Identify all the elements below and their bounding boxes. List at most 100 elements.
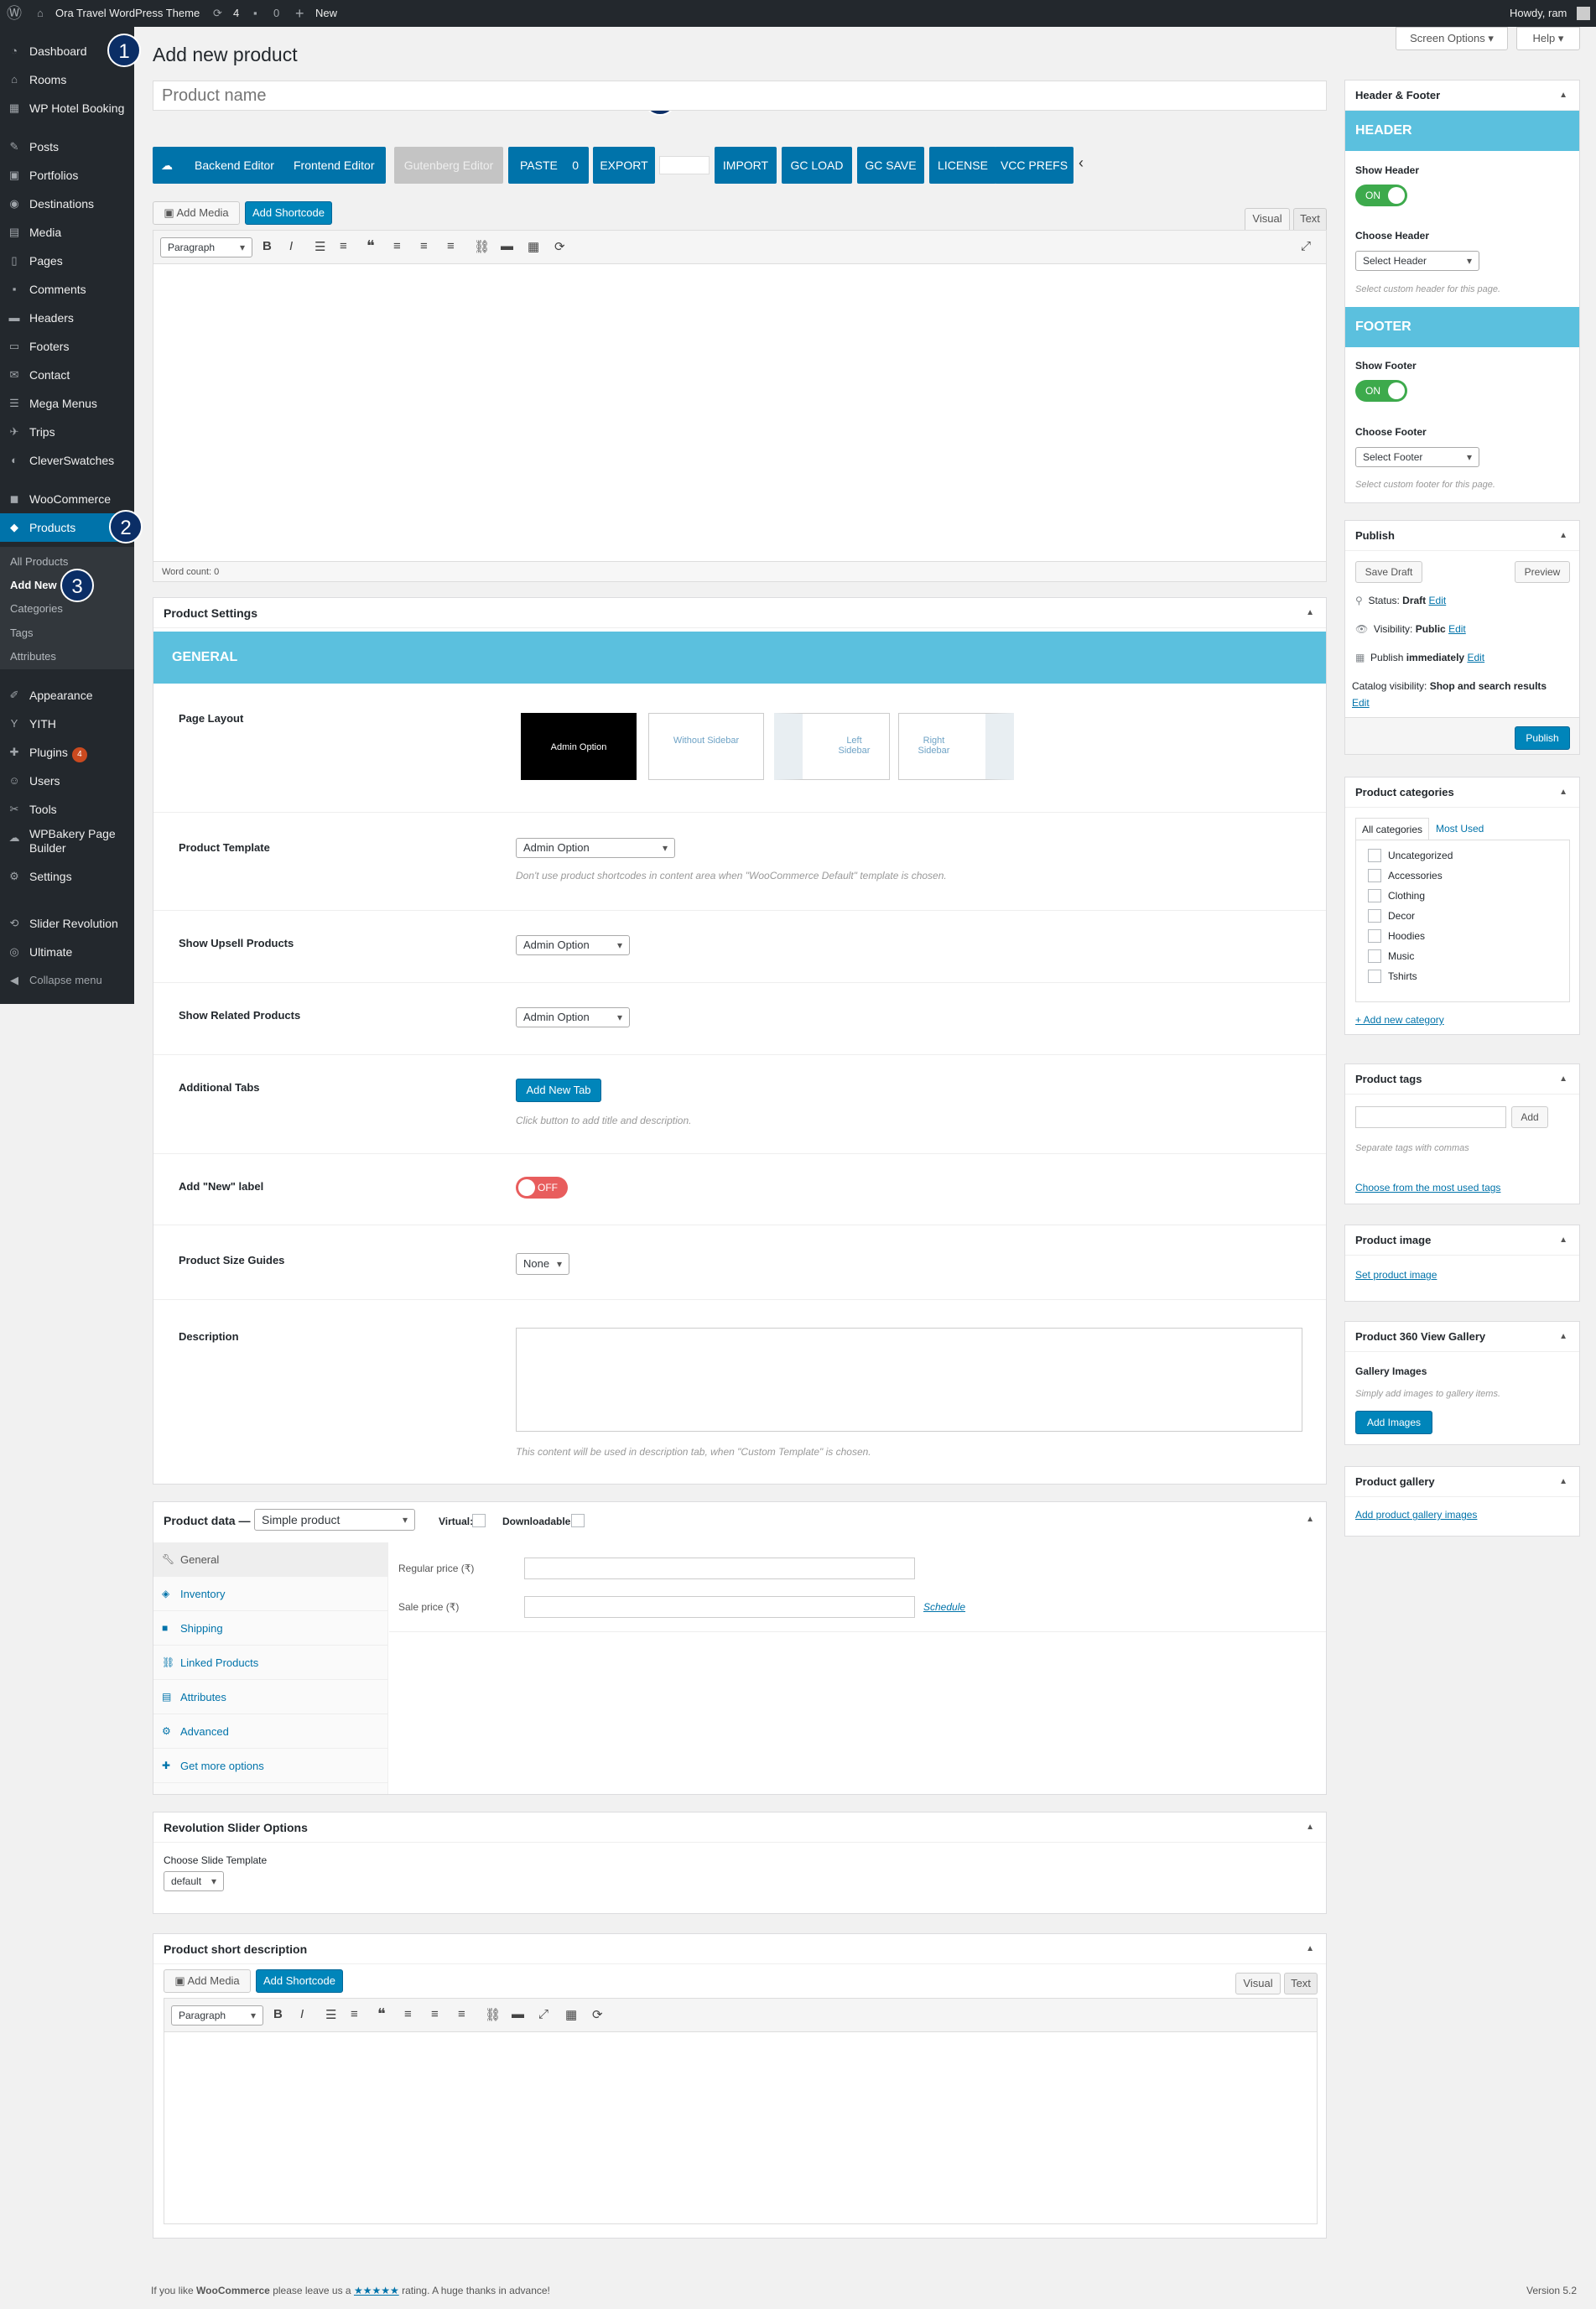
publish-date-edit-link[interactable]: Edit — [1467, 652, 1484, 663]
submenu-attributes[interactable]: Attributes — [10, 650, 56, 663]
sidebar-item-slider-revolution[interactable]: ⟲ Slider Revolution — [0, 909, 134, 938]
sidebar-item-woocommerce[interactable]: ◼ WooCommerce — [0, 485, 134, 513]
sidebar-item-mega-menus[interactable]: ☰ Mega Menus — [0, 389, 134, 418]
import-file-field[interactable] — [659, 156, 710, 174]
bullet-list-icon[interactable]: ☰ — [325, 2007, 336, 2022]
tab-linked-products[interactable]: ⛓ Linked Products — [153, 1646, 388, 1680]
tab-attributes[interactable]: ▤ Attributes — [153, 1680, 388, 1714]
short-tab-visual[interactable]: Visual — [1235, 1973, 1281, 1994]
sidebar-item-media[interactable]: ▤ Media — [0, 218, 134, 247]
bullet-list-icon[interactable]: ☰ — [315, 239, 325, 254]
align-right-icon[interactable]: ≡ — [458, 2007, 465, 2021]
short-format-select[interactable]: Paragraph — [171, 2005, 263, 2026]
revolution-slider-title[interactable]: Revolution Slider Options ▲ — [153, 1812, 1326, 1843]
category-checkbox[interactable] — [1368, 889, 1381, 902]
gutenberg-editor-button[interactable]: Gutenberg Editor — [394, 147, 503, 184]
collapse-arrow-icon[interactable]: ▲ — [1306, 1812, 1314, 1843]
tab-inventory[interactable]: ◈ Inventory — [153, 1577, 388, 1611]
sidebar-item-cleverswatches[interactable]: ◐ CleverSwatches — [0, 446, 134, 475]
publish-title[interactable]: Publish ▲ — [1345, 521, 1579, 551]
align-center-icon[interactable]: ≡ — [431, 2007, 439, 2021]
sidebar-item-trips[interactable]: ✈ Trips — [0, 418, 134, 446]
bold-icon[interactable]: B — [263, 239, 272, 253]
italic-icon[interactable]: I — [300, 2007, 304, 2021]
frontend-editor-button[interactable]: Frontend Editor — [294, 147, 375, 184]
quote-icon[interactable]: ❝ — [367, 237, 375, 255]
product-tags-title[interactable]: Product tags ▲ — [1345, 1064, 1579, 1095]
category-checkbox[interactable] — [1368, 869, 1381, 882]
help-button[interactable]: Help ▾ — [1516, 27, 1580, 50]
category-checkbox[interactable] — [1368, 849, 1381, 862]
regular-price-input[interactable] — [524, 1558, 915, 1579]
tab-shipping[interactable]: ■ Shipping — [153, 1611, 388, 1646]
new-label-switch[interactable]: OFF — [516, 1177, 568, 1199]
select-footer-dropdown[interactable]: Select Footer — [1355, 447, 1479, 467]
more-icon[interactable]: ▬ — [501, 239, 513, 253]
collapse-arrow-icon[interactable]: ▲ — [1306, 1934, 1314, 1964]
show-header-switch[interactable]: ON — [1355, 185, 1407, 206]
more-icon[interactable]: ▬ — [512, 2007, 524, 2021]
sidebar-item-users[interactable]: ☺ Users — [0, 767, 134, 795]
category-checkbox[interactable] — [1368, 970, 1381, 983]
catalog-edit-link[interactable]: Edit — [1352, 697, 1370, 709]
submenu-categories[interactable]: Categories — [10, 602, 63, 615]
vc-icon[interactable]: ⟳ — [592, 2007, 603, 2022]
new-link[interactable]: New — [315, 0, 337, 27]
submenu-tags[interactable]: Tags — [10, 627, 33, 639]
preview-button[interactable]: Preview — [1515, 561, 1570, 583]
numbered-list-icon[interactable]: ≡ — [340, 239, 347, 253]
sidebar-item-pages[interactable]: ▯ Pages — [0, 247, 134, 275]
license-button[interactable]: LICENSE — [929, 147, 996, 184]
product-settings-title[interactable]: Product Settings ▲ — [153, 598, 1326, 628]
add-new-tab-button[interactable]: Add New Tab — [516, 1079, 601, 1102]
fullscreen-icon[interactable]: ⤢ — [538, 2007, 548, 2021]
collapse-arrow-icon[interactable]: ▲ — [1559, 81, 1567, 111]
schedule-link[interactable]: Schedule — [923, 1601, 965, 1613]
short-add-media-button[interactable]: ▣ Add Media — [164, 1969, 251, 1993]
rating-stars-link[interactable]: ★★★★★ — [354, 2285, 399, 2296]
wordpress-logo-icon[interactable]: Ⓦ — [7, 0, 22, 27]
align-right-icon[interactable]: ≡ — [447, 239, 455, 253]
product-template-select[interactable]: Admin Option — [516, 838, 675, 858]
tab-all-categories[interactable]: All categories — [1355, 818, 1429, 840]
layout-left-sidebar[interactable]: Left Sidebar — [774, 713, 890, 780]
sidebar-item-rooms[interactable]: ⌂ Rooms — [0, 65, 134, 94]
gc-load-button[interactable]: GC LOAD — [782, 147, 852, 184]
sidebar-item-destinations[interactable]: ◉ Destinations — [0, 190, 134, 218]
sidebar-item-yith[interactable]: Y YITH — [0, 710, 134, 738]
related-select[interactable]: Admin Option — [516, 1007, 630, 1027]
vcc-prefs-button[interactable]: VCC PREFS — [995, 147, 1074, 184]
select-header-dropdown[interactable]: Select Header — [1355, 251, 1479, 271]
category-checkbox[interactable] — [1368, 949, 1381, 963]
collapse-arrow-icon[interactable]: ▲ — [1559, 1467, 1567, 1497]
submenu-all-products[interactable]: All Products — [10, 555, 68, 568]
numbered-list-icon[interactable]: ≡ — [351, 2007, 358, 2021]
tab-most-used[interactable]: Most Used — [1436, 818, 1484, 840]
submenu-add-new[interactable]: Add New — [10, 579, 57, 591]
sidebar-item-headers[interactable]: ▬ Headers — [0, 304, 134, 332]
sidebar-item-ultimate[interactable]: ◎ Ultimate — [0, 938, 134, 966]
toolbar-toggle-icon[interactable]: ▦ — [528, 239, 539, 254]
site-name-link[interactable]: Ora Travel WordPress Theme — [55, 0, 200, 27]
product-image-title[interactable]: Product image ▲ — [1345, 1225, 1579, 1256]
category-checkbox[interactable] — [1368, 909, 1381, 923]
italic-icon[interactable]: I — [289, 239, 293, 253]
screen-options-button[interactable]: Screen Options ▾ — [1396, 27, 1508, 50]
gc-save-button[interactable]: GC SAVE — [857, 147, 924, 184]
format-select[interactable]: Paragraph — [160, 237, 252, 257]
sidebar-item-portfolios[interactable]: ▣ Portfolios — [0, 161, 134, 190]
short-add-shortcode-button[interactable]: Add Shortcode — [256, 1969, 343, 1993]
collapse-arrow-icon[interactable]: ▲ — [1559, 1064, 1567, 1095]
sidebar-item-comments[interactable]: ▪ Comments — [0, 275, 134, 304]
tag-input[interactable] — [1355, 1106, 1506, 1128]
choose-most-used-tags-link[interactable]: Choose from the most used tags — [1355, 1182, 1500, 1194]
show-footer-switch[interactable]: ON — [1355, 380, 1407, 402]
upsell-select[interactable]: Admin Option — [516, 935, 630, 955]
toolbar-toggle-icon[interactable]: ▦ — [565, 2007, 577, 2022]
avatar[interactable] — [1577, 7, 1590, 20]
slide-template-select[interactable]: default — [164, 1871, 224, 1891]
bold-icon[interactable]: B — [273, 2007, 283, 2021]
add-media-button[interactable]: ▣ Add Media — [153, 201, 240, 225]
align-left-icon[interactable]: ≡ — [393, 239, 401, 253]
set-product-image-link[interactable]: Set product image — [1355, 1269, 1437, 1281]
